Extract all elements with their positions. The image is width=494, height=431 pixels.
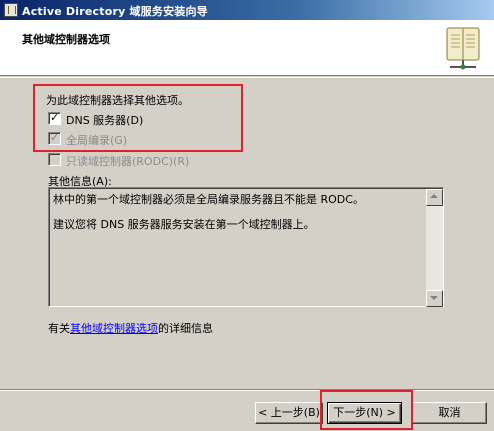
info-textarea[interactable]: 林中的第一个域控制器必须是全局编录服务器且不能是 RODC。 建议您将 DNS … (48, 187, 444, 307)
cancel-button[interactable]: 取消 (412, 402, 487, 424)
title-bar[interactable]: Active Directory 域服务安装向导 (0, 0, 494, 20)
next-button-highlight-box (320, 390, 413, 430)
info-line: 林中的第一个域控制器必须是全局编录服务器且不能是 RODC。 (53, 193, 364, 206)
more-info-prefix: 有关 (48, 322, 70, 335)
rodc-label[interactable]: 只读域控制器(RODC)(R) (66, 153, 189, 169)
back-button[interactable]: < 上一步(B) (255, 402, 323, 424)
page-title: 其他域控制器选项 (22, 33, 110, 46)
info-line: 建议您将 DNS 服务器服务安装在第一个域控制器上。 (53, 218, 315, 231)
info-text: 林中的第一个域控制器必须是全局编录服务器且不能是 RODC。 建议您将 DNS … (53, 193, 423, 243)
options-highlight-box (33, 84, 243, 152)
vertical-scrollbar[interactable] (426, 189, 443, 307)
wizard-app-icon (4, 3, 18, 17)
book-network-icon (446, 27, 480, 70)
header-separator (0, 77, 494, 78)
more-info-link[interactable]: 其他域控制器选项 (70, 322, 158, 335)
arrow-down-icon (430, 296, 438, 300)
more-info-line: 有关其他域控制器选项的详细信息 (48, 320, 213, 336)
scroll-up-button[interactable] (426, 189, 443, 206)
scroll-down-button[interactable] (426, 290, 443, 307)
more-info-suffix: 的详细信息 (158, 322, 213, 335)
rodc-checkbox[interactable] (48, 153, 61, 166)
window-title: Active Directory 域服务安装向导 (22, 5, 208, 18)
arrow-up-icon (430, 194, 438, 198)
wizard-header: 其他域控制器选项 (0, 20, 494, 76)
footer-separator (0, 389, 494, 391)
